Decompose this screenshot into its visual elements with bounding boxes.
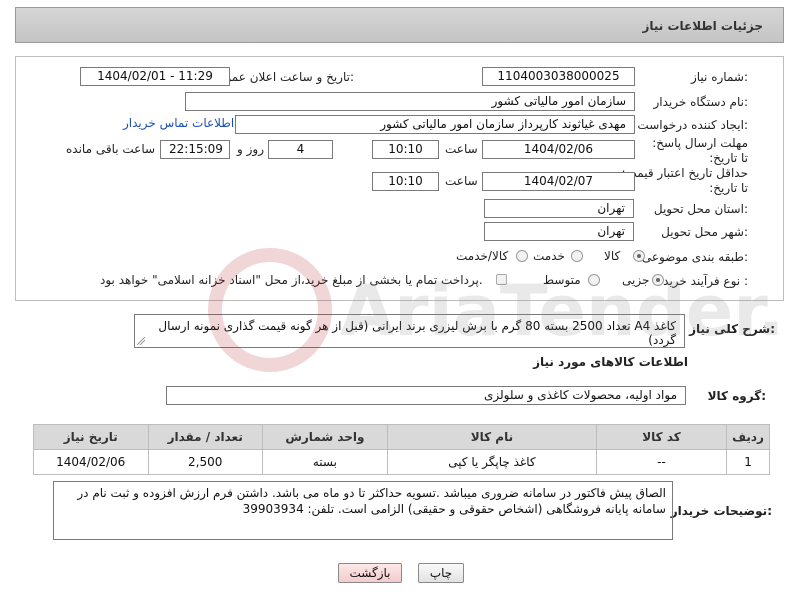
col-row-number: ردیف (726, 424, 770, 450)
description-text: کاغذ A4 تعداد 2500 بسته 80 گرم با برش لی… (158, 319, 676, 347)
back-button[interactable]: بازگشت (338, 563, 402, 583)
province-label: استان محل تحویل: (653, 202, 748, 216)
deadline-label: مهلت ارسال پاسخ: تا تاریخ: (652, 136, 748, 165)
goods-group-label: گروه کالا: (707, 389, 766, 403)
creator-field: مهدی غیاثوند کارپرداز سازمان امور مالیات… (235, 115, 635, 134)
items-table-header: ردیف کد کالا نام کالا واحد شمارش تعداد /… (33, 424, 770, 450)
process-radio-medium[interactable] (588, 274, 600, 286)
goods-section-heading: اطلاعات کالاهای مورد نیاز (533, 355, 688, 369)
col-quantity: تعداد / مقدار (147, 424, 263, 450)
days-field: 4 (268, 140, 333, 159)
deadline-time-label: ساعت (445, 142, 478, 156)
remaining-label: ساعت باقی مانده (66, 142, 156, 156)
days-label: روز و (237, 142, 264, 156)
print-button[interactable]: چاپ (418, 563, 464, 583)
treasury-payment-checkbox[interactable] (496, 274, 507, 285)
buyer-notes-textarea: الصاق پیش فاکتور در سامانه ضروری میباشد … (53, 481, 673, 540)
items-table: ردیف کد کالا نام کالا واحد شمارش تعداد /… (33, 424, 770, 475)
city-field: تهران (484, 222, 634, 241)
buyer-org-field: سازمان امور مالیاتی کشور (185, 92, 635, 111)
cell-unit: بسته (261, 449, 388, 475)
validity-label: حداقل تاریخ اعتبار قیمت: تا تاریخ: (621, 166, 748, 195)
cell-item-name: کاغذ چاپگر یا کپی (386, 449, 597, 475)
need-number-field: 1104003038000025 (482, 67, 635, 86)
page-title-bar: جزئیات اطلاعات نیاز (15, 7, 784, 43)
buyer-notes-text: الصاق پیش فاکتور در سامانه ضروری میباشد … (77, 486, 666, 516)
deadline-time-field: 10:10 (372, 140, 439, 159)
validity-time-field: 10:10 (372, 172, 439, 191)
remaining-time-field: 22:15:09 (160, 140, 230, 159)
col-item-code: کد کالا (595, 424, 728, 450)
cell-quantity: 2,500 (147, 449, 263, 475)
buyer-org-label: نام دستگاه خریدار: (653, 95, 749, 109)
buyer-notes-label: توضیحات خریدار: (670, 504, 772, 518)
treasury-payment-note: پرداخت تمام یا بخشی از مبلغ خرید،از محل … (100, 273, 483, 287)
col-unit: واحد شمارش (261, 424, 388, 450)
col-need-date: تاریخ نیاز (33, 424, 149, 450)
page-title: جزئیات اطلاعات نیاز (642, 19, 763, 33)
process-label: نوع فرآیند خرید : (663, 274, 748, 288)
goods-group-field: مواد اولیه، محصولات کاغذی و سلولزی (166, 386, 686, 405)
category-option-goods: کالا (604, 249, 621, 263)
col-item-name: نام کالا (386, 424, 597, 450)
process-option-medium: متوسط (543, 273, 581, 287)
description-label: شرح کلی نیاز: (689, 322, 775, 336)
deadline-date-field: 1404/02/06 (482, 140, 635, 159)
table-row: 1 -- کاغذ چاپگر یا کپی بسته 2,500 1404/0… (33, 449, 770, 475)
process-radio-minor[interactable] (652, 274, 664, 286)
category-option-service: خدمت (533, 249, 565, 263)
category-label: طبقه بندی موضوعی: (641, 250, 748, 264)
category-radio-goods[interactable] (633, 250, 645, 262)
resize-grip-icon[interactable] (137, 337, 145, 345)
category-radio-goods-service[interactable] (516, 250, 528, 262)
cell-row-number: 1 (726, 449, 770, 475)
creator-label: ایجاد کننده درخواست: (637, 118, 748, 132)
category-radio-service[interactable] (571, 250, 583, 262)
cell-need-date: 1404/02/06 (33, 449, 149, 475)
cell-item-code: -- (595, 449, 728, 475)
validity-date-field: 1404/02/07 (482, 172, 635, 191)
announce-label: تاریخ و ساعت اعلان عمومی: (209, 70, 354, 84)
province-field: تهران (484, 199, 634, 218)
contact-info-link[interactable]: اطلاعات تماس خریدار (123, 116, 234, 130)
description-textarea: کاغذ A4 تعداد 2500 بسته 80 گرم با برش لی… (134, 314, 685, 348)
category-option-goods-service: کالا/خدمت (456, 249, 509, 263)
need-number-label: شماره نیاز: (690, 70, 748, 84)
validity-time-label: ساعت (445, 174, 478, 188)
process-option-minor: جزیی (622, 273, 650, 287)
city-label: شهر محل تحویل: (661, 225, 748, 239)
announce-field: 1404/02/01 - 11:29 (80, 67, 230, 86)
